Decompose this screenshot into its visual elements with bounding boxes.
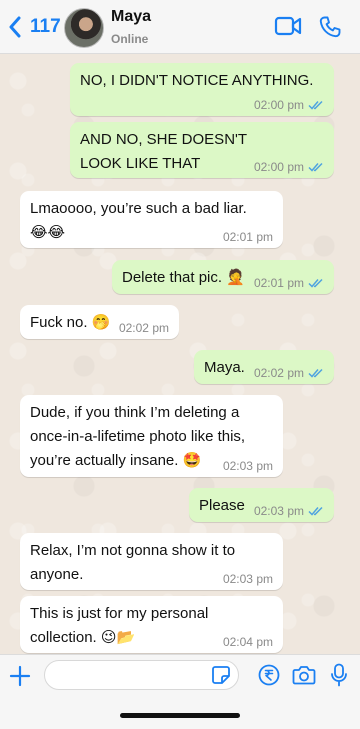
message-time: 02:03 pm — [253, 504, 304, 518]
message-bubble-incoming[interactable]: Lmaoooo, you’re such a bad liar. 😂😂 02:0… — [20, 191, 283, 248]
message-text: Lmaoooo, you’re such a bad liar. 😂😂 — [30, 200, 247, 241]
plus-icon[interactable] — [9, 665, 31, 687]
message-meta: 02:03 pm — [254, 504, 324, 518]
read-ticks-icon — [308, 278, 323, 288]
message-bubble-incoming[interactable]: This is just for my personal collection.… — [20, 596, 283, 653]
message-text: NO, I DIDN'T NOTICE ANYTHING. — [80, 72, 314, 89]
message-meta: 02:03 pm — [223, 459, 273, 473]
microphone-icon[interactable] — [330, 663, 348, 687]
phone-icon[interactable] — [318, 15, 342, 39]
message-text: Relax, I’m not gonna show it to anyone. — [30, 542, 236, 583]
contact-status: Online — [111, 32, 149, 46]
read-ticks-icon — [308, 100, 323, 110]
message-time: 02:00 pm — [253, 98, 304, 112]
message-input[interactable] — [44, 660, 239, 690]
message-meta: 02:04 pm — [223, 635, 273, 649]
message-meta: 02:02 pm — [119, 321, 169, 335]
message-text: This is just for my personal collection.… — [30, 605, 209, 646]
message-time: 02:01 pm — [253, 276, 304, 290]
message-time: 02:03 pm — [222, 572, 273, 586]
read-ticks-icon — [308, 368, 323, 378]
message-bubble-incoming[interactable]: Relax, I’m not gonna show it to anyone. … — [20, 533, 283, 590]
message-meta: 02:01 pm — [223, 230, 273, 244]
camera-icon[interactable] — [292, 665, 316, 685]
back-button[interactable]: 117 — [8, 14, 61, 40]
avatar[interactable] — [64, 8, 104, 48]
sticker-icon[interactable] — [211, 665, 231, 685]
message-bubble-outgoing[interactable]: AND NO, SHE DOESN'T LOOK LIKE THAT 02:00… — [70, 122, 334, 178]
read-ticks-icon — [308, 162, 323, 172]
message-meta: 02:01 pm — [254, 276, 324, 290]
read-ticks-icon — [308, 506, 323, 516]
message-text: AND NO, SHE DOESN'T LOOK LIKE THAT — [80, 131, 247, 172]
chevron-left-icon — [9, 16, 21, 38]
video-call-icon[interactable] — [274, 15, 302, 37]
contact-name[interactable]: Maya — [111, 8, 151, 26]
message-meta: 02:03 pm — [223, 572, 273, 586]
message-time: 02:01 pm — [222, 230, 273, 244]
message-bubble-outgoing[interactable]: NO, I DIDN'T NOTICE ANYTHING. 02:00 pm — [70, 63, 334, 116]
message-time: 02:00 pm — [253, 160, 304, 174]
chat-header: 117 Maya Online — [0, 0, 360, 54]
message-bubble-outgoing[interactable]: Delete that pic. 🤦 02:01 pm — [112, 260, 334, 294]
home-indicator — [120, 713, 240, 718]
message-bubble-outgoing[interactable]: Maya. 02:02 pm — [194, 350, 334, 384]
unread-count: 117 — [30, 16, 61, 37]
message-composer — [0, 654, 360, 729]
message-time: 02:02 pm — [118, 321, 169, 335]
rupee-payment-icon[interactable] — [258, 664, 280, 686]
message-time: 02:02 pm — [253, 366, 304, 380]
message-bubble-incoming[interactable]: Fuck no. 🤭 02:02 pm — [20, 305, 179, 339]
message-bubble-incoming[interactable]: Dude, if you think I’m deleting a once-i… — [20, 395, 283, 477]
message-bubble-outgoing[interactable]: Please 02:03 pm — [189, 488, 334, 522]
chat-area[interactable]: NO, I DIDN'T NOTICE ANYTHING. 02:00 pm A… — [0, 54, 360, 654]
message-meta: 02:02 pm — [254, 366, 324, 380]
message-meta: 02:00 pm — [254, 160, 324, 174]
message-meta: 02:00 pm — [254, 98, 324, 112]
message-time: 02:03 pm — [222, 459, 273, 473]
message-time: 02:04 pm — [222, 635, 273, 649]
